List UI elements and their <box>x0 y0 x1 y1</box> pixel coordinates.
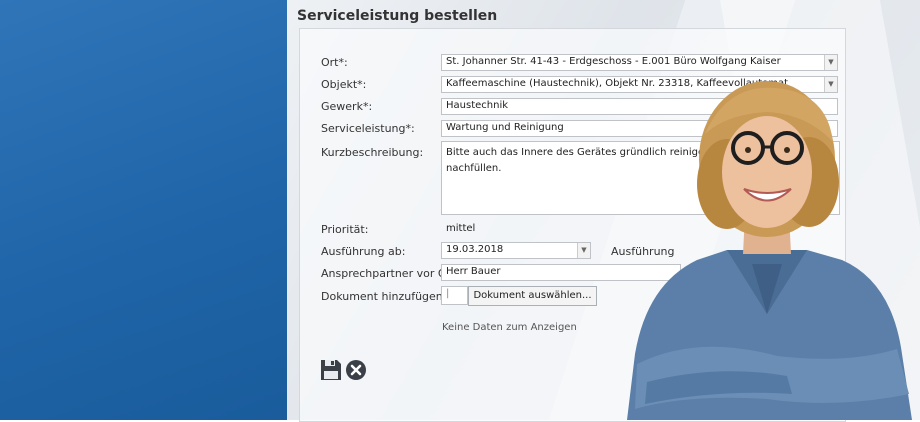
ort-label: Ort*: <box>321 56 348 69</box>
ansprechpartner-value: Herr Bauer <box>446 266 501 277</box>
ausfuehrung-ab-date-input[interactable]: 19.03.2018 ▼ <box>441 242 591 259</box>
prioritaet-value: mittel <box>446 223 476 234</box>
dokument-auswaehlen-button[interactable]: Dokument auswählen... <box>468 286 597 306</box>
serviceleistung-label: Serviceleistung*: <box>321 122 415 135</box>
left-blue-panel <box>0 0 287 420</box>
no-data-message: Keine Daten zum Anzeigen <box>442 322 577 333</box>
cancel-icon[interactable] <box>345 359 367 381</box>
kurzbeschreibung-label: Kurzbeschreibung: <box>321 146 424 159</box>
chevron-down-icon[interactable]: ▼ <box>577 243 590 258</box>
page-title: Serviceleistung bestellen <box>297 8 498 24</box>
ausfuehrung-ab-label: Ausführung ab: <box>321 245 406 258</box>
dokument-label: Dokument hinzufügen: <box>321 290 447 303</box>
prioritaet-label: Priorität: <box>321 223 369 236</box>
woman-photo <box>627 81 912 420</box>
ausfuehrung-ab-value: 19.03.2018 <box>446 244 504 255</box>
dokument-path-input[interactable]: | <box>441 286 468 305</box>
ansprechpartner-label: Ansprechpartner vor Ort: <box>321 267 460 280</box>
gewerk-label: Gewerk*: <box>321 100 373 113</box>
gewerk-value: Haustechnik <box>446 100 509 111</box>
objekt-label: Objekt*: <box>321 78 367 91</box>
serviceleistung-value: Wartung und Reinigung <box>446 122 564 133</box>
save-icon[interactable] <box>320 359 342 381</box>
